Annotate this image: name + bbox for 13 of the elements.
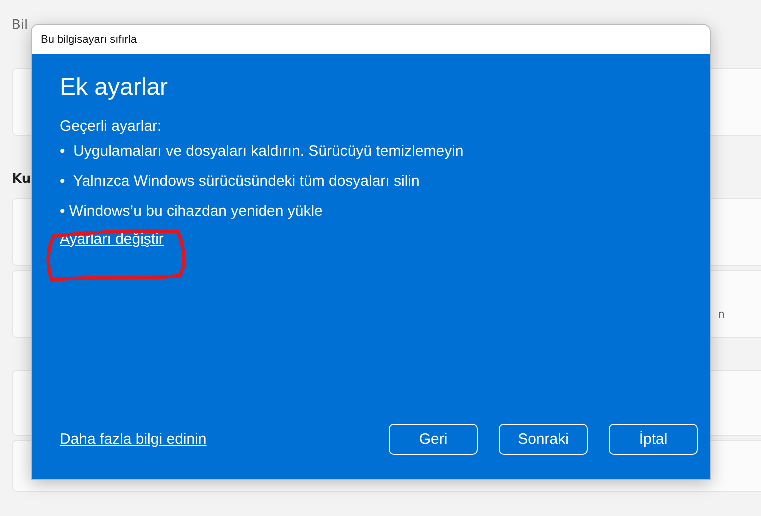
window-title: Bu bilgisayarı sıfırla — [41, 34, 137, 46]
dialog-button[interactable]: Geri — [389, 424, 478, 455]
dialog-button[interactable]: Sonraki — [499, 424, 588, 455]
setting-text: • Windows’u bu cihazdan yeniden yükle — [60, 203, 323, 222]
learn-more-link[interactable]: Daha fazla bilgi edinin — [60, 431, 207, 448]
page-description: Bil — [12, 18, 28, 35]
card-text: n — [718, 308, 725, 320]
dialog-heading: Ek ayarlar — [60, 74, 170, 102]
dialog-button[interactable]: İptal — [609, 424, 698, 455]
intro-text: Geçerli ayarlar: — [60, 118, 163, 135]
setting-text: • Uygulamaları ve dosyaları kaldırın. Sürücüyü temizlemeyin — [60, 143, 464, 162]
setting-text: • Yalnızca Windows sürücüsündeki tüm dosyaları silin — [60, 173, 420, 192]
section-heading: Ku — [12, 172, 32, 188]
